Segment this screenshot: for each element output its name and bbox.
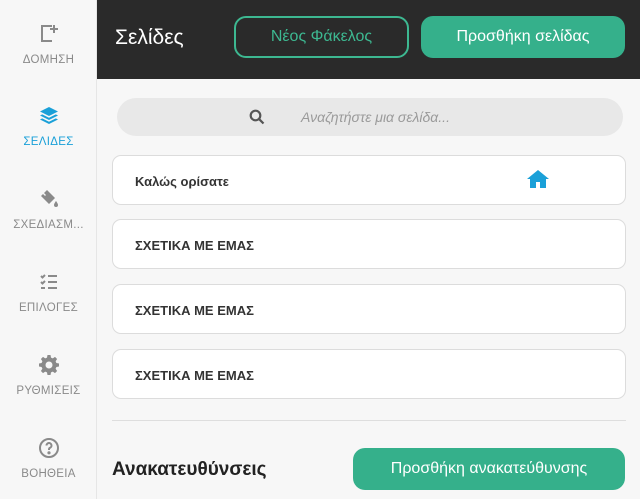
- sidebar-item-label: ΕΠΙΛΟΓΕΣ: [18, 302, 79, 314]
- page-title: Σελίδες: [115, 26, 184, 49]
- home-icon: [526, 168, 550, 190]
- sidebar-item-help[interactable]: ΒΟΗΘΕΙΑ: [0, 436, 97, 499]
- page-item-label: Καλώς ορίσατε: [135, 174, 229, 189]
- app-root: ΔΟΜΗΣΗ ΣΕΛΙΔΕΣ ΣΧΕΔΙΑΣΜ... ΕΠΙΛΟΓΕΣ ΡΥΘΜ…: [0, 0, 640, 499]
- page-item-about[interactable]: ΣΧΕΤΙΚΑ ΜΕ ΕΜΑΣ: [112, 219, 626, 269]
- page-item-about[interactable]: ΣΧΕΤΙΚΑ ΜΕ ΕΜΑΣ: [112, 284, 626, 334]
- sidebar: ΔΟΜΗΣΗ ΣΕΛΙΔΕΣ ΣΧΕΔΙΑΣΜ... ΕΠΙΛΟΓΕΣ ΡΥΘΜ…: [0, 0, 97, 499]
- divider: [112, 420, 626, 421]
- page-item-welcome[interactable]: Καλώς ορίσατε: [112, 155, 626, 205]
- gear-icon: [37, 353, 61, 377]
- sidebar-item-label: ΣΕΛΙΔΕΣ: [23, 136, 74, 148]
- sidebar-item-options[interactable]: ΕΠΙΛΟΓΕΣ: [0, 270, 97, 340]
- checklist-icon: [37, 270, 61, 294]
- add-redirect-button[interactable]: Προσθήκη ανακατεύθυνσης: [353, 448, 625, 490]
- sidebar-item-pages[interactable]: ΣΕΛΙΔΕΣ: [0, 104, 97, 174]
- sidebar-item-label: ΔΟΜΗΣΗ: [22, 54, 75, 66]
- sidebar-item-design[interactable]: ΣΧΕΔΙΑΣΜ...: [0, 187, 97, 257]
- page-item-about[interactable]: ΣΧΕΤΙΚΑ ΜΕ ΕΜΑΣ: [112, 349, 626, 399]
- pages-panel: Αναζητήστε μια σελίδα... Καλώς ορίσατε Σ…: [97, 79, 640, 499]
- layers-icon: [37, 104, 61, 128]
- help-icon: [37, 436, 61, 460]
- page-item-label: ΣΧΕΤΙΚΑ ΜΕ ΕΜΑΣ: [135, 238, 254, 253]
- redirects-heading: Ανακατευθύνσεις: [112, 459, 267, 480]
- paint-bucket-icon: [37, 187, 61, 211]
- sidebar-item-settings[interactable]: ΡΥΘΜΙΣΕΙΣ: [0, 353, 97, 423]
- search-icon: [249, 109, 265, 125]
- header-bar: Σελίδες Νέος Φάκελος Προσθήκη σελίδας: [97, 0, 640, 79]
- add-page-button[interactable]: Προσθήκη σελίδας: [421, 16, 625, 58]
- search-input[interactable]: Αναζητήστε μια σελίδα...: [117, 98, 623, 136]
- page-item-label: ΣΧΕΤΙΚΑ ΜΕ ΕΜΑΣ: [135, 368, 254, 383]
- build-icon: [37, 22, 61, 46]
- sidebar-item-label: ΣΧΕΔΙΑΣΜ...: [13, 219, 84, 231]
- search-placeholder: Αναζητήστε μια σελίδα...: [301, 109, 450, 125]
- new-folder-button[interactable]: Νέος Φάκελος: [234, 16, 409, 58]
- sidebar-item-label: ΒΟΗΘΕΙΑ: [21, 468, 76, 480]
- sidebar-item-label: ΡΥΘΜΙΣΕΙΣ: [16, 385, 81, 397]
- sidebar-item-build[interactable]: ΔΟΜΗΣΗ: [0, 22, 97, 92]
- page-item-label: ΣΧΕΤΙΚΑ ΜΕ ΕΜΑΣ: [135, 303, 254, 318]
